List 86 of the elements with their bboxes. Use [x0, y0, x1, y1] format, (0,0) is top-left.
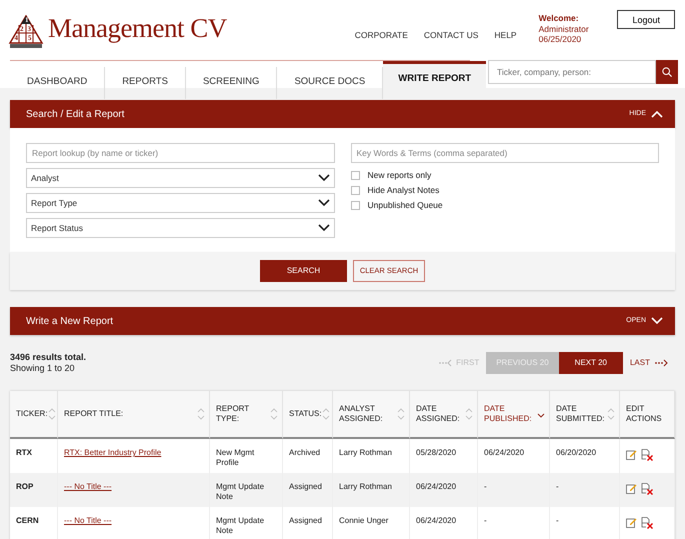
dropdown[interactable]: Report Type: [26, 193, 334, 213]
checkbox[interactable]: [350, 171, 360, 180]
search-button[interactable]: [656, 60, 678, 84]
search-button[interactable]: SEARCH: [260, 260, 347, 282]
logo-pyramid-icon: [8, 14, 44, 48]
dropdown[interactable]: Report Status: [26, 218, 334, 238]
edit-icon[interactable]: [626, 449, 637, 460]
right-arrow-icon: [654, 359, 668, 367]
lookup-field[interactable]: Report lookup (by name or ticker): [26, 143, 334, 163]
table-cell: RTX: [16, 448, 32, 457]
welcome-label: Welcome:: [538, 13, 580, 24]
caret-icon: [318, 224, 330, 232]
logout-button[interactable]: Logout: [617, 10, 675, 29]
checkbox-label: New reports only: [368, 169, 432, 182]
sort-icon: [397, 408, 405, 420]
report-title-link[interactable]: --- No Title ---: [64, 516, 112, 525]
column-header[interactable]: DATE SUBMITTED:: [550, 391, 620, 439]
report-title-link[interactable]: RTX: Better Industry Profile: [64, 448, 162, 457]
nav-tab[interactable]: SCREENING: [186, 66, 278, 98]
table-cell: -: [556, 482, 559, 491]
column-header[interactable]: TICKER:: [10, 391, 58, 439]
column-header[interactable]: REPORT TITLE:: [58, 391, 210, 439]
table-cell: New Mgmt Profile: [216, 448, 254, 468]
edit-icon[interactable]: [626, 517, 637, 528]
column-header[interactable]: DATE PUBLISHED:: [478, 391, 550, 439]
column-header[interactable]: STATUS:: [283, 391, 333, 439]
table-cell: Archived: [289, 448, 320, 457]
panel-title: Search / Edit a Report: [26, 108, 124, 122]
column-header[interactable]: REPORT TYPE:: [210, 391, 283, 439]
table-cell: 06/24/2020: [416, 482, 456, 491]
table-cell: ROP: [16, 482, 34, 491]
sort-icon: [48, 408, 56, 420]
dropdown[interactable]: Analyst: [26, 168, 334, 188]
report-title-link[interactable]: --- No Title ---: [64, 482, 112, 491]
caret-icon: [318, 199, 330, 207]
left-arrow-icon: [438, 359, 452, 367]
delete-icon[interactable]: [641, 517, 653, 529]
table-cell: Connie Unger: [339, 516, 388, 525]
checkbox[interactable]: [350, 186, 360, 195]
checkbox-label: Unpublished Queue: [368, 199, 443, 212]
current-date: 06/25/2020: [538, 34, 582, 45]
sort-icon: [465, 408, 473, 420]
pager-button[interactable]: LAST: [622, 352, 675, 374]
search-icon: [662, 66, 672, 78]
search-field[interactable]: Ticker, company, person:: [488, 60, 656, 84]
sort-icon: [270, 408, 278, 420]
table-cell: Larry Rothman: [339, 482, 392, 491]
top-nav-link[interactable]: HELP: [494, 29, 517, 42]
delete-icon[interactable]: [641, 449, 653, 461]
top-nav-link[interactable]: CORPORATE: [354, 29, 408, 42]
edit-icon[interactable]: [626, 483, 637, 494]
results-total: 3496 results total.: [10, 352, 86, 363]
expand-icon: [651, 317, 663, 325]
table-cell: 06/24/2020: [416, 516, 456, 525]
results-range: Showing 1 to 20: [10, 363, 76, 374]
caret-icon: [318, 174, 330, 182]
table-cell: Mgmt Update Note: [216, 516, 264, 536]
nav-tab[interactable]: DASHBOARD: [10, 66, 106, 98]
checkbox[interactable]: [350, 201, 360, 210]
nav-tab[interactable]: REPORTS: [105, 66, 186, 98]
sort-icon: [607, 408, 615, 420]
keywords-field[interactable]: Key Words & Terms (comma separated): [350, 143, 659, 163]
delete-icon[interactable]: [641, 483, 653, 495]
table-cell: -: [484, 516, 487, 525]
table-cell: 06/24/2020: [484, 448, 524, 457]
collapse-icon: [651, 110, 663, 118]
column-header[interactable]: DATE ASSIGNED:: [410, 391, 478, 439]
table-cell: -: [556, 516, 559, 525]
column-header: EDIT ACTIONS: [620, 391, 675, 439]
table-cell: CERN: [16, 516, 39, 525]
user-name: Administrator: [538, 24, 589, 34]
top-nav-link[interactable]: CONTACT US: [424, 29, 478, 42]
panel-title: Write a New Report: [26, 314, 114, 328]
sort-icon: [197, 408, 205, 420]
table-cell: 05/28/2020: [416, 448, 456, 457]
pager-button[interactable]: NEXT 20: [558, 352, 623, 374]
site-logo[interactable]: Management CV: [48, 8, 227, 48]
table-cell: Larry Rothman: [339, 448, 392, 457]
table-cell: 06/20/2020: [556, 448, 596, 457]
checkbox-label: Hide Analyst Notes: [368, 184, 440, 197]
table-cell: Assigned: [289, 482, 322, 491]
column-header[interactable]: ANALYST ASSIGNED:: [333, 391, 410, 439]
table-cell: -: [484, 482, 487, 491]
table-cell: Assigned: [289, 516, 322, 525]
sort-icon: [322, 408, 330, 420]
table-cell: Mgmt Update Note: [216, 482, 264, 502]
